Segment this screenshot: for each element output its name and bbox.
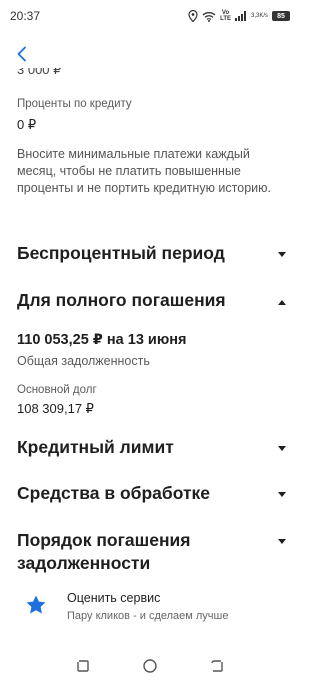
star-icon [24,593,48,617]
caret-down-icon [277,490,287,500]
status-icons: Vo LTE 3,3 K/s 85 [188,10,290,22]
rate-service-subtitle: Пару кликов - и сделаем лучше [67,610,229,622]
section-funds-processing-title: Средства в обработке [17,483,211,503]
interest-label: Проценты по кредиту [17,98,132,110]
wifi-icon [202,11,216,22]
rate-service-row[interactable]: Оценить сервис Пару кликов - и сделаем л… [0,591,300,631]
network-speed-value: 3,3 [250,13,260,19]
network-speed: 3,3 K/s [251,13,268,19]
minimum-payment-note: Вносите минимальные платежи каждый месяц… [17,147,271,195]
caret-down-icon [277,250,287,260]
back-button[interactable] [10,42,34,66]
section-repayment-order[interactable]: Порядок погашения задолженности [17,529,287,575]
chevron-left-icon [17,46,26,62]
top-bar [0,38,300,70]
signal-icon [234,11,247,21]
recent-apps-button[interactable] [73,656,93,676]
battery-icon: 85 [272,11,290,21]
section-funds-processing[interactable]: Средства в обработке [17,482,287,505]
home-icon [143,659,157,673]
partial-amount: 3 000 ₽ [17,68,62,77]
system-nav-bar [0,648,300,684]
back-nav-button[interactable] [207,656,227,676]
total-debt-amount: 110 053,25 ₽ на 13 июня [17,332,187,348]
recent-apps-icon [77,660,90,672]
interest-value: 0 ₽ [17,117,37,132]
section-credit-limit-title: Кредитный лимит [17,437,174,457]
section-repayment-order-title: Порядок погашения задолженности [17,530,191,573]
rate-service-title: Оценить сервис [67,591,161,605]
location-icon [188,10,198,22]
principal-value: 108 309,17 ₽ [17,401,94,416]
section-grace-period[interactable]: Беспроцентный период [17,242,287,265]
status-bar: 20:37 Vo LTE 3,3 K/s 85 [0,0,300,32]
section-full-payoff[interactable]: Для полного погашения [17,289,287,312]
principal-label: Основной долг [17,384,97,396]
network-speed-unit: K/s [259,13,268,19]
total-debt-label: Общая задолженность [17,354,150,368]
section-grace-period-title: Беспроцентный период [17,243,225,263]
caret-down-icon [277,537,287,547]
section-credit-limit[interactable]: Кредитный лимит [17,436,287,459]
caret-down-icon [277,444,287,454]
status-time: 20:37 [10,9,41,23]
back-nav-icon [210,660,223,672]
caret-up-icon [277,297,287,307]
home-button[interactable] [140,656,160,676]
lte-signal-icon: Vo LTE [220,10,231,22]
section-full-payoff-title: Для полного погашения [17,290,226,310]
